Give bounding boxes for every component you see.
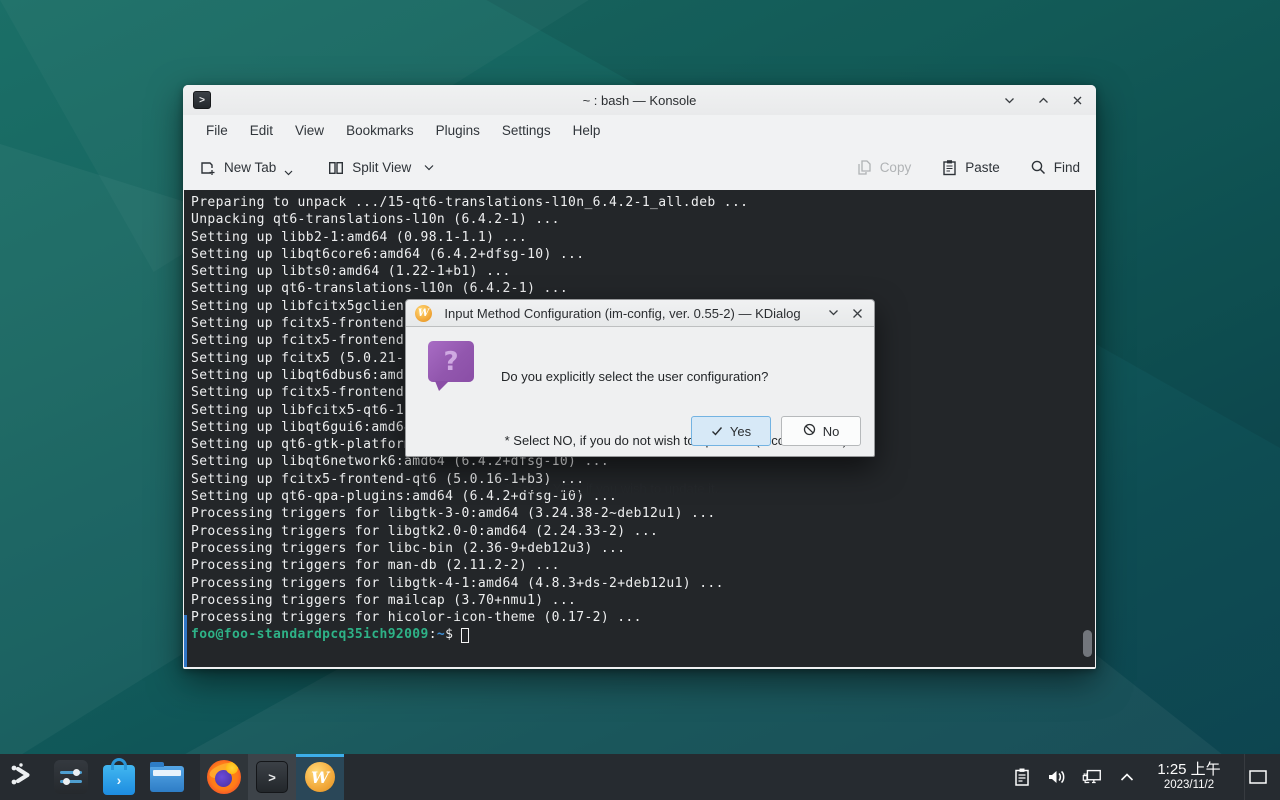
prompt-colon: : xyxy=(429,626,437,643)
system-settings-icon xyxy=(54,760,88,794)
find-button[interactable]: Find xyxy=(1030,159,1080,176)
terminal-line: Processing triggers for hicolor-icon-the… xyxy=(191,609,1095,626)
terminal-cursor xyxy=(461,628,469,643)
minimize-button[interactable] xyxy=(1002,93,1016,107)
clipboard-icon xyxy=(1012,767,1032,787)
kdialog-titlebar[interactable]: W Input Method Configuration (im-config,… xyxy=(406,300,874,327)
paste-icon xyxy=(941,159,958,176)
im-config-task-icon: W xyxy=(305,762,335,792)
terminal-line: Setting up libqt6core6:amd64 (6.4.2+dfsg… xyxy=(191,246,1095,263)
show-desktop-button[interactable] xyxy=(1244,754,1270,800)
terminal-line: Setting up libb2-1:amd64 (0.98.1-1.1) ..… xyxy=(191,229,1095,246)
new-tab-label: New Tab xyxy=(224,160,276,175)
split-view-button[interactable]: Split View xyxy=(327,159,434,177)
menu-item[interactable]: Plugins xyxy=(425,119,491,142)
paste-label: Paste xyxy=(965,160,1000,175)
network-icon xyxy=(1081,767,1103,787)
konsole-app-icon: > xyxy=(193,91,211,109)
find-label: Find xyxy=(1054,160,1080,175)
find-icon xyxy=(1030,159,1047,176)
kdialog-close-icon[interactable] xyxy=(849,305,865,321)
window-title: ~ : bash — Konsole xyxy=(183,93,1096,108)
menu-item[interactable]: File xyxy=(195,119,239,142)
menu-item[interactable]: Edit xyxy=(239,119,284,142)
no-label: No xyxy=(823,424,840,439)
yes-label: Yes xyxy=(730,424,751,439)
kdialog-title: Input Method Configuration (im-config, v… xyxy=(432,306,817,321)
split-view-label: Split View xyxy=(352,160,411,175)
terminal-prompt-line: foo@foo-standardpcq35ich92009:~$ xyxy=(184,626,1095,643)
taskbar: › > W 1:25 上午 2023/11/2 xyxy=(0,754,1280,800)
menu-bar: FileEditViewBookmarksPluginsSettingsHelp xyxy=(183,115,1096,145)
kdialog-body: ? Do you explicitly select the user conf… xyxy=(406,327,874,457)
terminal-line: Processing triggers for libgtk-4-1:amd64… xyxy=(191,575,1095,592)
volume-tray-button[interactable] xyxy=(1046,766,1068,788)
terminal-line: Preparing to unpack .../15-qt6-translati… xyxy=(191,194,1095,211)
new-tab-chevron-down-icon[interactable] xyxy=(284,170,293,176)
show-desktop-icon xyxy=(1248,769,1268,785)
menu-item[interactable]: Help xyxy=(562,119,612,142)
dialog-question: Do you explicitly select the user config… xyxy=(501,369,847,384)
maximize-button[interactable] xyxy=(1036,93,1050,107)
question-mark-glyph: ? xyxy=(443,347,458,377)
close-button[interactable] xyxy=(1070,93,1084,107)
app-launcher-button[interactable] xyxy=(0,754,44,800)
prompt-user-host: foo@foo-standardpcq35ich92009 xyxy=(191,626,429,643)
cancel-icon xyxy=(803,423,816,439)
new-output-indicator xyxy=(184,615,187,667)
system-tray: 1:25 上午 2023/11/2 xyxy=(1011,754,1280,800)
terminal-line: Setting up libts0:amd64 (1.22-1+b1) ... xyxy=(191,263,1095,280)
tray-expander-button[interactable] xyxy=(1116,766,1138,788)
kdialog-window: W Input Method Configuration (im-config,… xyxy=(405,299,875,457)
check-icon xyxy=(711,424,723,439)
firefox-icon xyxy=(207,760,241,794)
question-bubble-icon: ? xyxy=(428,341,474,382)
dialog-option-yes: * Select YES, if you wish to update it. xyxy=(501,480,847,498)
konsole-task-button[interactable]: > xyxy=(248,754,296,800)
paste-button[interactable]: Paste xyxy=(941,159,1000,176)
discover-icon: › xyxy=(103,765,135,795)
split-view-chevron-down-icon[interactable] xyxy=(424,164,434,171)
chevron-up-icon xyxy=(1119,771,1135,783)
folder-icon xyxy=(150,766,184,792)
network-tray-button[interactable] xyxy=(1081,766,1103,788)
prompt-path: ~ xyxy=(437,626,445,643)
im-config-icon: W xyxy=(415,305,432,322)
menu-item[interactable]: Settings xyxy=(491,119,562,142)
copy-icon xyxy=(856,159,873,176)
terminal-line: Processing triggers for libc-bin (2.36-9… xyxy=(191,540,1095,557)
terminal-line: Setting up qt6-translations-l10n (6.4.2-… xyxy=(191,280,1095,297)
clock-time: 1:25 上午 xyxy=(1157,762,1221,779)
menu-item[interactable]: View xyxy=(284,119,335,142)
terminal-line: Processing triggers for mailcap (3.70+nm… xyxy=(191,592,1095,609)
terminal-line: Processing triggers for man-db (2.11.2-2… xyxy=(191,557,1095,574)
clipboard-tray-button[interactable] xyxy=(1011,766,1033,788)
discover-button[interactable]: › xyxy=(98,754,140,800)
copy-button[interactable]: Copy xyxy=(856,159,912,176)
kdialog-task-button-active[interactable]: W xyxy=(296,754,344,800)
volume-icon xyxy=(1046,767,1068,787)
menu-item[interactable]: Bookmarks xyxy=(335,119,425,142)
copy-label: Copy xyxy=(880,160,912,175)
kdialog-more-chevron-down-icon[interactable] xyxy=(825,305,841,321)
no-button[interactable]: No xyxy=(781,416,861,446)
toolbar: New Tab Split View Copy Past xyxy=(183,145,1096,190)
konsole-titlebar[interactable]: > ~ : bash — Konsole xyxy=(183,85,1096,115)
prompt-dollar: $ xyxy=(445,626,453,643)
digital-clock[interactable]: 1:25 上午 2023/11/2 xyxy=(1151,762,1227,791)
new-tab-button[interactable]: New Tab xyxy=(199,159,293,177)
konsole-icon: > xyxy=(256,761,288,793)
terminal-scrollbar[interactable] xyxy=(1083,630,1092,657)
new-tab-icon xyxy=(199,159,217,177)
dolphin-button[interactable] xyxy=(146,754,188,800)
firefox-task-button[interactable] xyxy=(200,754,248,800)
yes-button[interactable]: Yes xyxy=(691,416,771,446)
kde-launcher-icon xyxy=(8,761,36,794)
split-view-icon xyxy=(327,159,345,177)
clock-date: 2023/11/2 xyxy=(1157,779,1221,792)
system-settings-button[interactable] xyxy=(50,754,92,800)
terminal-line: Unpacking qt6-translations-l10n (6.4.2-1… xyxy=(191,211,1095,228)
